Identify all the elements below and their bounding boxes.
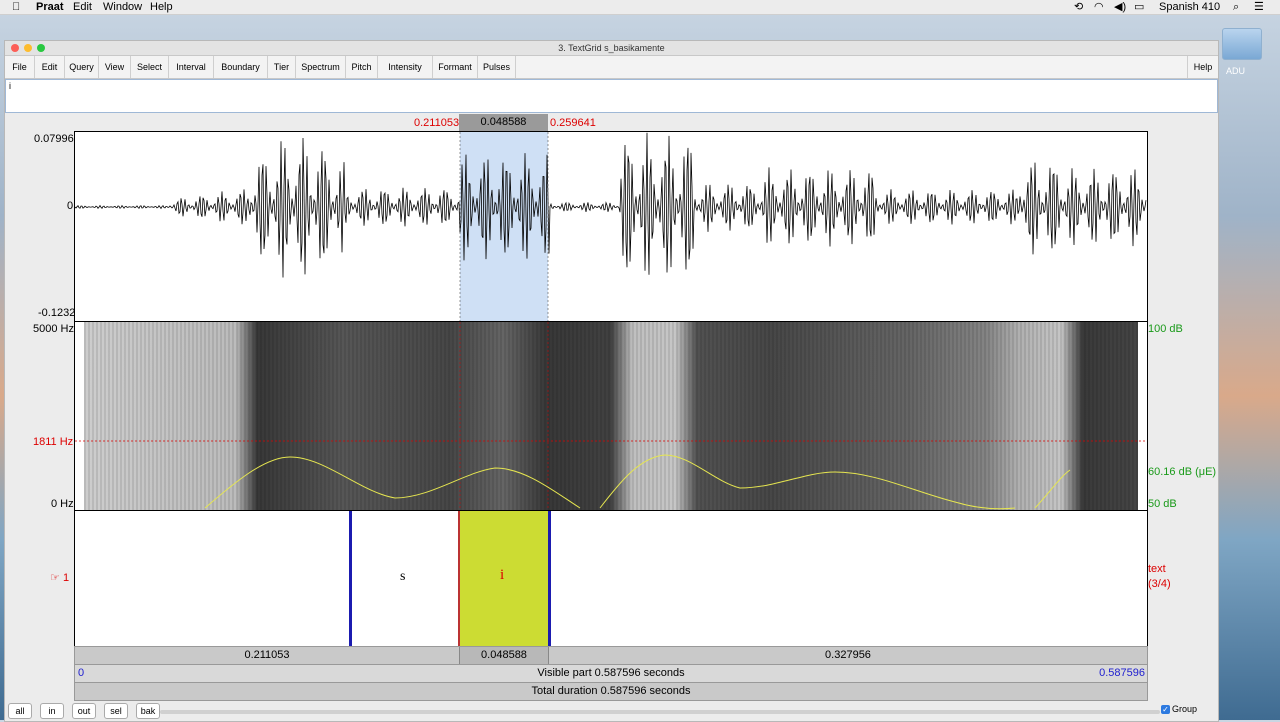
waveform-max-label: 0.07996 — [34, 133, 74, 145]
interval-s-text: s — [400, 569, 406, 584]
spectrogram-bottom-freq: 0 Hz — [51, 498, 74, 510]
battery-icon[interactable]: ▭ — [1134, 0, 1144, 14]
bottom-controls: all in out sel bak ✓ Group — [5, 701, 1218, 721]
menu-interval[interactable]: Interval — [169, 56, 214, 78]
zoom-in-button[interactable]: in — [40, 703, 64, 719]
interval-text-value: i — [9, 81, 11, 91]
zoom-all-button[interactable]: all — [8, 703, 32, 719]
waveform-panel[interactable] — [74, 131, 1148, 322]
volume-icon[interactable]: ◀) — [1114, 0, 1126, 14]
group-label: Group — [1172, 704, 1198, 714]
menu-formant[interactable]: Formant — [433, 56, 478, 78]
menu-view[interactable]: View — [99, 56, 131, 78]
apple-icon[interactable]:  — [12, 0, 20, 14]
menu-select[interactable]: Select — [131, 56, 169, 78]
menu-help[interactable]: Help — [150, 0, 173, 14]
spotlight-icon[interactable]: ⌕ — [1233, 0, 1239, 14]
menu-file[interactable]: File — [5, 56, 35, 78]
input-source[interactable]: Spanish 410 — [1159, 0, 1220, 14]
notification-center-icon[interactable]: ☰ — [1254, 0, 1264, 14]
tier-name[interactable]: text — [1148, 563, 1166, 575]
interval-text-field[interactable]: i — [5, 79, 1218, 113]
desktop-folder-label: ADU — [1226, 66, 1246, 76]
selection-duration-label: 0.048588 — [480, 116, 527, 128]
zoom-back-button[interactable]: bak — [136, 703, 160, 719]
interval-s[interactable]: s — [352, 511, 458, 646]
selection-duration-bar[interactable]: 0.048588 — [459, 114, 548, 131]
menu-pulses[interactable]: Pulses — [478, 56, 516, 78]
menu-boundary[interactable]: Boundary — [214, 56, 268, 78]
interval-i-selected[interactable]: i — [460, 511, 548, 646]
menu-edit[interactable]: Edit — [73, 0, 92, 14]
selection-start-label: 0.211053 — [414, 117, 460, 129]
wifi-icon[interactable]: ◠ — [1094, 0, 1104, 14]
selection-end-label: 0.259641 — [550, 117, 596, 129]
waveform-zero-label: 0 — [67, 200, 74, 212]
desktop-folder-icon[interactable] — [1222, 28, 1262, 60]
tier-count: (3/4) — [1148, 578, 1171, 590]
menu-pitch[interactable]: Pitch — [346, 56, 378, 78]
interval-i-text: i — [500, 567, 505, 583]
menu-window[interactable]: Window — [103, 0, 142, 14]
title-bar[interactable]: 3. TextGrid s_basikamente — [5, 41, 1218, 56]
menu-edit[interactable]: Edit — [35, 56, 65, 78]
menu-intensity[interactable]: Intensity — [378, 56, 433, 78]
intensity-min-label: 50 dB — [1148, 498, 1177, 510]
menu-spectrum[interactable]: Spectrum — [296, 56, 346, 78]
spectrogram-top-freq: 5000 Hz — [33, 323, 74, 335]
menu-tier[interactable]: Tier — [268, 56, 296, 78]
window-title: 3. TextGrid s_basikamente — [558, 43, 665, 53]
total-duration-label: Total duration 0.587596 seconds — [531, 685, 691, 697]
duration-bar: 0.211053 0.048588 0.327956 — [74, 646, 1148, 665]
visible-part-label: Visible part 0.587596 seconds — [537, 667, 685, 679]
waveform-min-label: -0.1232 — [38, 307, 76, 319]
zoom-sel-button[interactable]: sel — [104, 703, 128, 719]
duration-after[interactable]: 0.327956 — [549, 647, 1147, 664]
menu-help[interactable]: Help — [1187, 56, 1218, 78]
visible-part-bar[interactable]: 0 Visible part 0.587596 seconds 0.587596 — [74, 664, 1148, 683]
horizontal-scrollbar[interactable] — [160, 710, 1160, 714]
intensity-cursor-label: 60.16 dB (μE) — [1148, 466, 1217, 478]
waveform-trace — [75, 132, 1147, 321]
spectrogram-overlay — [75, 322, 1147, 510]
editor-menu-bar: File Edit Query View Select Interval Bou… — [5, 56, 1218, 79]
textgrid-tier[interactable]: s i — [74, 510, 1148, 647]
tier-number[interactable]: ☞ 1 — [50, 571, 69, 584]
intensity-max-label: 100 dB — [1148, 323, 1183, 335]
tier-pointer-icon: ☞ — [50, 572, 60, 584]
app-menu[interactable]: Praat — [36, 0, 64, 14]
duration-before[interactable]: 0.211053 — [75, 647, 460, 664]
checkbox-check-icon: ✓ — [1161, 705, 1170, 715]
spectrogram-cursor-freq: 1811 Hz — [33, 436, 74, 448]
visible-end: 0.587596 — [1099, 667, 1145, 679]
group-checkbox[interactable]: ✓ Group — [1161, 704, 1198, 715]
zoom-out-button[interactable]: out — [72, 703, 96, 719]
duration-selected[interactable]: 0.048588 — [460, 647, 549, 664]
textgrid-window: 3. TextGrid s_basikamente File Edit Quer… — [4, 40, 1219, 722]
time-machine-icon[interactable]: ⟲ — [1074, 0, 1083, 14]
mac-menubar:  Praat Edit Window Help ⟲ ◠ ◀) ▭ Spanis… — [0, 0, 1280, 15]
menu-query[interactable]: Query — [65, 56, 99, 78]
spectrogram-panel[interactable] — [74, 321, 1148, 511]
boundary-3[interactable] — [548, 511, 551, 646]
total-duration-bar[interactable]: Total duration 0.587596 seconds — [74, 682, 1148, 701]
